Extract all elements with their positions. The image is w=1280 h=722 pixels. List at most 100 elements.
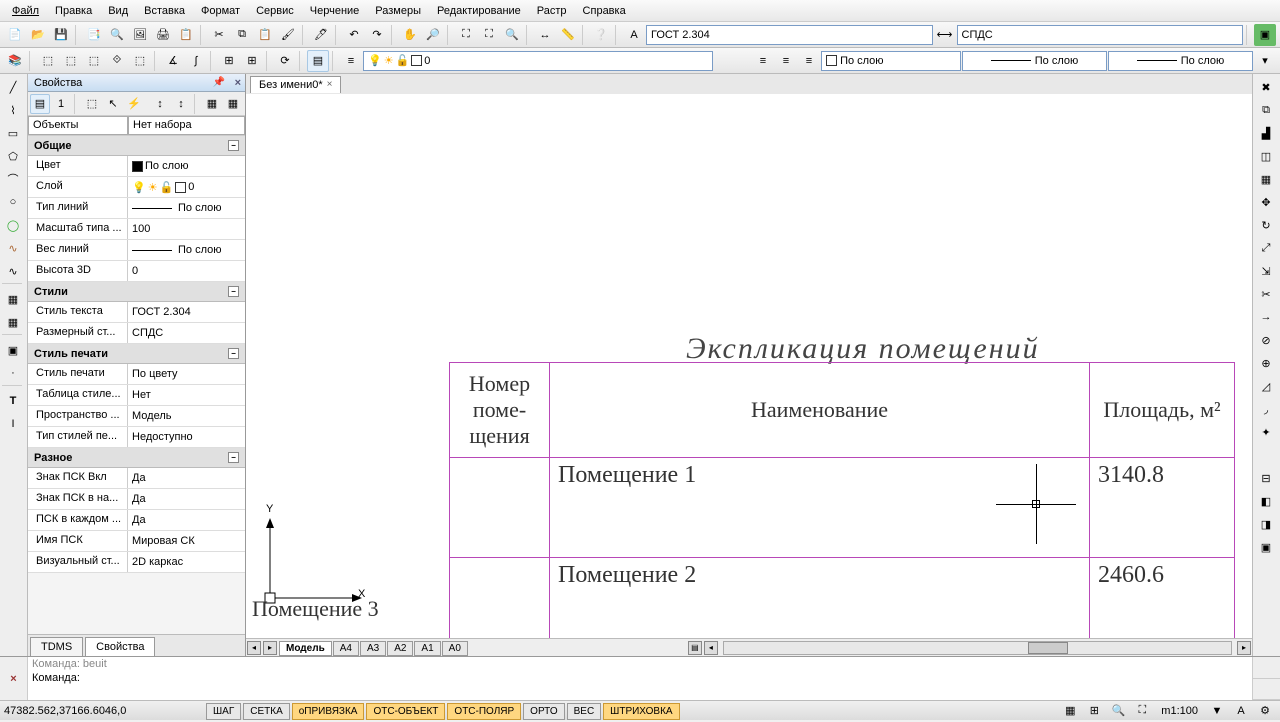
grid-icon[interactable]: ▦	[1059, 700, 1081, 722]
props-icon[interactable]: ▤	[307, 50, 329, 72]
layout-tab[interactable]: A2	[387, 641, 413, 656]
layerstate2-icon[interactable]: ≡	[775, 50, 797, 72]
close-tab-icon[interactable]: ×	[327, 79, 333, 90]
object-selector[interactable]: Объекты Нет набора	[28, 116, 245, 136]
layerstate1-icon[interactable]: ≡	[752, 50, 774, 72]
brush-icon[interactable]: 🖊	[310, 24, 332, 46]
prop-row[interactable]: Тип линийПо слою	[28, 198, 245, 219]
zoom-icon[interactable]: 🔎	[422, 24, 444, 46]
prop-row[interactable]: Стиль текстаГОСТ 2.304	[28, 302, 245, 323]
pan-icon[interactable]: ✋	[399, 24, 421, 46]
prop-group[interactable]: Разное−	[28, 448, 245, 468]
rect-icon[interactable]: ▭	[1, 122, 25, 144]
render-icon[interactable]: ▣	[1254, 24, 1276, 46]
status-toggle[interactable]: ОТС-ПОЛЯР	[447, 703, 521, 720]
point-icon[interactable]: ·	[1, 362, 25, 384]
prop-row[interactable]: Тип стилей пе...Недоступно	[28, 427, 245, 448]
copy2-icon[interactable]: ⧉	[1254, 99, 1278, 121]
help-icon[interactable]: ❔	[590, 24, 612, 46]
menu-1[interactable]: Правка	[47, 2, 100, 20]
dropdown-icon[interactable]: ▾	[1254, 50, 1276, 72]
dim-style-combo[interactable]: СПДС	[957, 25, 1244, 45]
scroll-left-icon[interactable]: ◂	[704, 641, 718, 655]
coordinates[interactable]: 47382.562,37166.6046,0	[4, 705, 204, 717]
quickselect-icon[interactable]: ⬚	[83, 50, 105, 72]
ucs-icon[interactable]: ⊞	[218, 50, 240, 72]
prop-row[interactable]: Стиль печатиПо цвету	[28, 364, 245, 385]
config-icon[interactable]: ⚙	[1254, 700, 1276, 722]
area-icon[interactable]: ∫	[185, 50, 207, 72]
menu-0[interactable]: Файл	[4, 2, 47, 20]
open-icon[interactable]: 📂	[27, 24, 49, 46]
annoauto-icon[interactable]: A	[1230, 700, 1252, 722]
status-toggle[interactable]: СЕТКА	[243, 703, 290, 720]
prop-group[interactable]: Стиль печати−	[28, 344, 245, 364]
extend-icon[interactable]: →	[1254, 306, 1278, 328]
color-combo[interactable]: По слою	[821, 51, 961, 71]
array-icon[interactable]: ▦	[1254, 168, 1278, 190]
spline-icon[interactable]: ∿	[1, 237, 25, 259]
erase-icon[interactable]: ✖	[1254, 76, 1278, 98]
prop-row[interactable]: Знак ПСК в на...Да	[28, 489, 245, 510]
3d2-icon[interactable]: ◨	[1254, 513, 1278, 535]
measure-icon[interactable]: 📏	[557, 24, 579, 46]
prop-row[interactable]: Вес линийПо слою	[28, 240, 245, 261]
3d3-icon[interactable]: ▣	[1254, 536, 1278, 558]
prop-group[interactable]: Общие−	[28, 136, 245, 156]
polygon-icon[interactable]: ⬠	[1, 145, 25, 167]
menu-6[interactable]: Черчение	[302, 2, 368, 20]
scale-icon[interactable]: ⤢	[1254, 237, 1278, 259]
prop-row[interactable]: Цвет По слою	[28, 156, 245, 177]
annoscale-icon[interactable]: ▼	[1206, 700, 1228, 722]
copy-icon[interactable]: ⧉	[231, 24, 253, 46]
layers-icon[interactable]: ≡	[340, 50, 362, 72]
line-icon[interactable]: ╱	[1, 76, 25, 98]
polyline-icon[interactable]: ⌇	[1, 99, 25, 121]
status-toggle[interactable]: ВЕС	[567, 703, 602, 720]
scale-display[interactable]: m1:100	[1155, 705, 1204, 717]
zoomext-icon[interactable]: ⛶	[478, 24, 500, 46]
layout-tab[interactable]: Модель	[279, 641, 332, 656]
zoom-in-icon[interactable]: 🔍	[1107, 700, 1129, 722]
canvas[interactable]: Экспликация помещений Номер поме-щения Н…	[246, 94, 1252, 638]
matchprop-icon[interactable]: 🖌	[277, 24, 299, 46]
menu-7[interactable]: Размеры	[367, 2, 429, 20]
undo-icon[interactable]: ↶	[343, 24, 365, 46]
fillet-icon[interactable]: ◞	[1254, 398, 1278, 420]
arc-icon[interactable]: ⌒	[1, 168, 25, 190]
view2-icon[interactable]: ▦	[223, 94, 243, 114]
menu-8[interactable]: Редактирование	[429, 2, 529, 20]
tab-tdms[interactable]: TDMS	[30, 637, 83, 656]
block-icon[interactable]: ▣	[1, 339, 25, 361]
text-icon[interactable]: T	[1, 390, 25, 412]
layout-tab[interactable]: A3	[360, 641, 386, 656]
trim-icon[interactable]: ✂	[1254, 283, 1278, 305]
hatch2-icon[interactable]: ▦	[1, 311, 25, 333]
menu-10[interactable]: Справка	[575, 2, 634, 20]
prop-row[interactable]: Визуальный ст...2D каркас	[28, 552, 245, 573]
pik3-icon[interactable]: ⚡	[124, 94, 144, 114]
ellipse-icon[interactable]: ◯	[1, 214, 25, 236]
layout-menu-icon[interactable]: ▤	[688, 641, 702, 655]
circle-icon[interactable]: ○	[1, 191, 25, 213]
prop-row[interactable]: Масштаб типа ...100	[28, 219, 245, 240]
layout-tab[interactable]: A1	[414, 641, 440, 656]
sort1-icon[interactable]: ↕	[150, 94, 170, 114]
prop-row[interactable]: Знак ПСК ВклДа	[28, 468, 245, 489]
prop-row[interactable]: Пространство ...Модель	[28, 406, 245, 427]
select-icon[interactable]: ⬚	[37, 50, 59, 72]
close-icon[interactable]: ×	[235, 77, 241, 89]
menu-2[interactable]: Вид	[100, 2, 136, 20]
props-titlebar[interactable]: Свойства 📌 ×	[28, 74, 245, 92]
cmd-prompt[interactable]: Команда:	[28, 671, 1252, 685]
save-icon[interactable]: 💾	[50, 24, 72, 46]
menu-9[interactable]: Растр	[529, 2, 575, 20]
ucs2-icon[interactable]: ⊞	[241, 50, 263, 72]
layerstate3-icon[interactable]: ≡	[798, 50, 820, 72]
prop-row[interactable]: Слой💡☀🔓 0	[28, 177, 245, 198]
prop-row[interactable]: Высота 3D0	[28, 261, 245, 282]
align-icon[interactable]: ⊟	[1254, 467, 1278, 489]
chamfer-icon[interactable]: ◿	[1254, 375, 1278, 397]
zoomprev-icon[interactable]: 🔍	[501, 24, 523, 46]
saveall-icon[interactable]: 📑	[83, 24, 105, 46]
